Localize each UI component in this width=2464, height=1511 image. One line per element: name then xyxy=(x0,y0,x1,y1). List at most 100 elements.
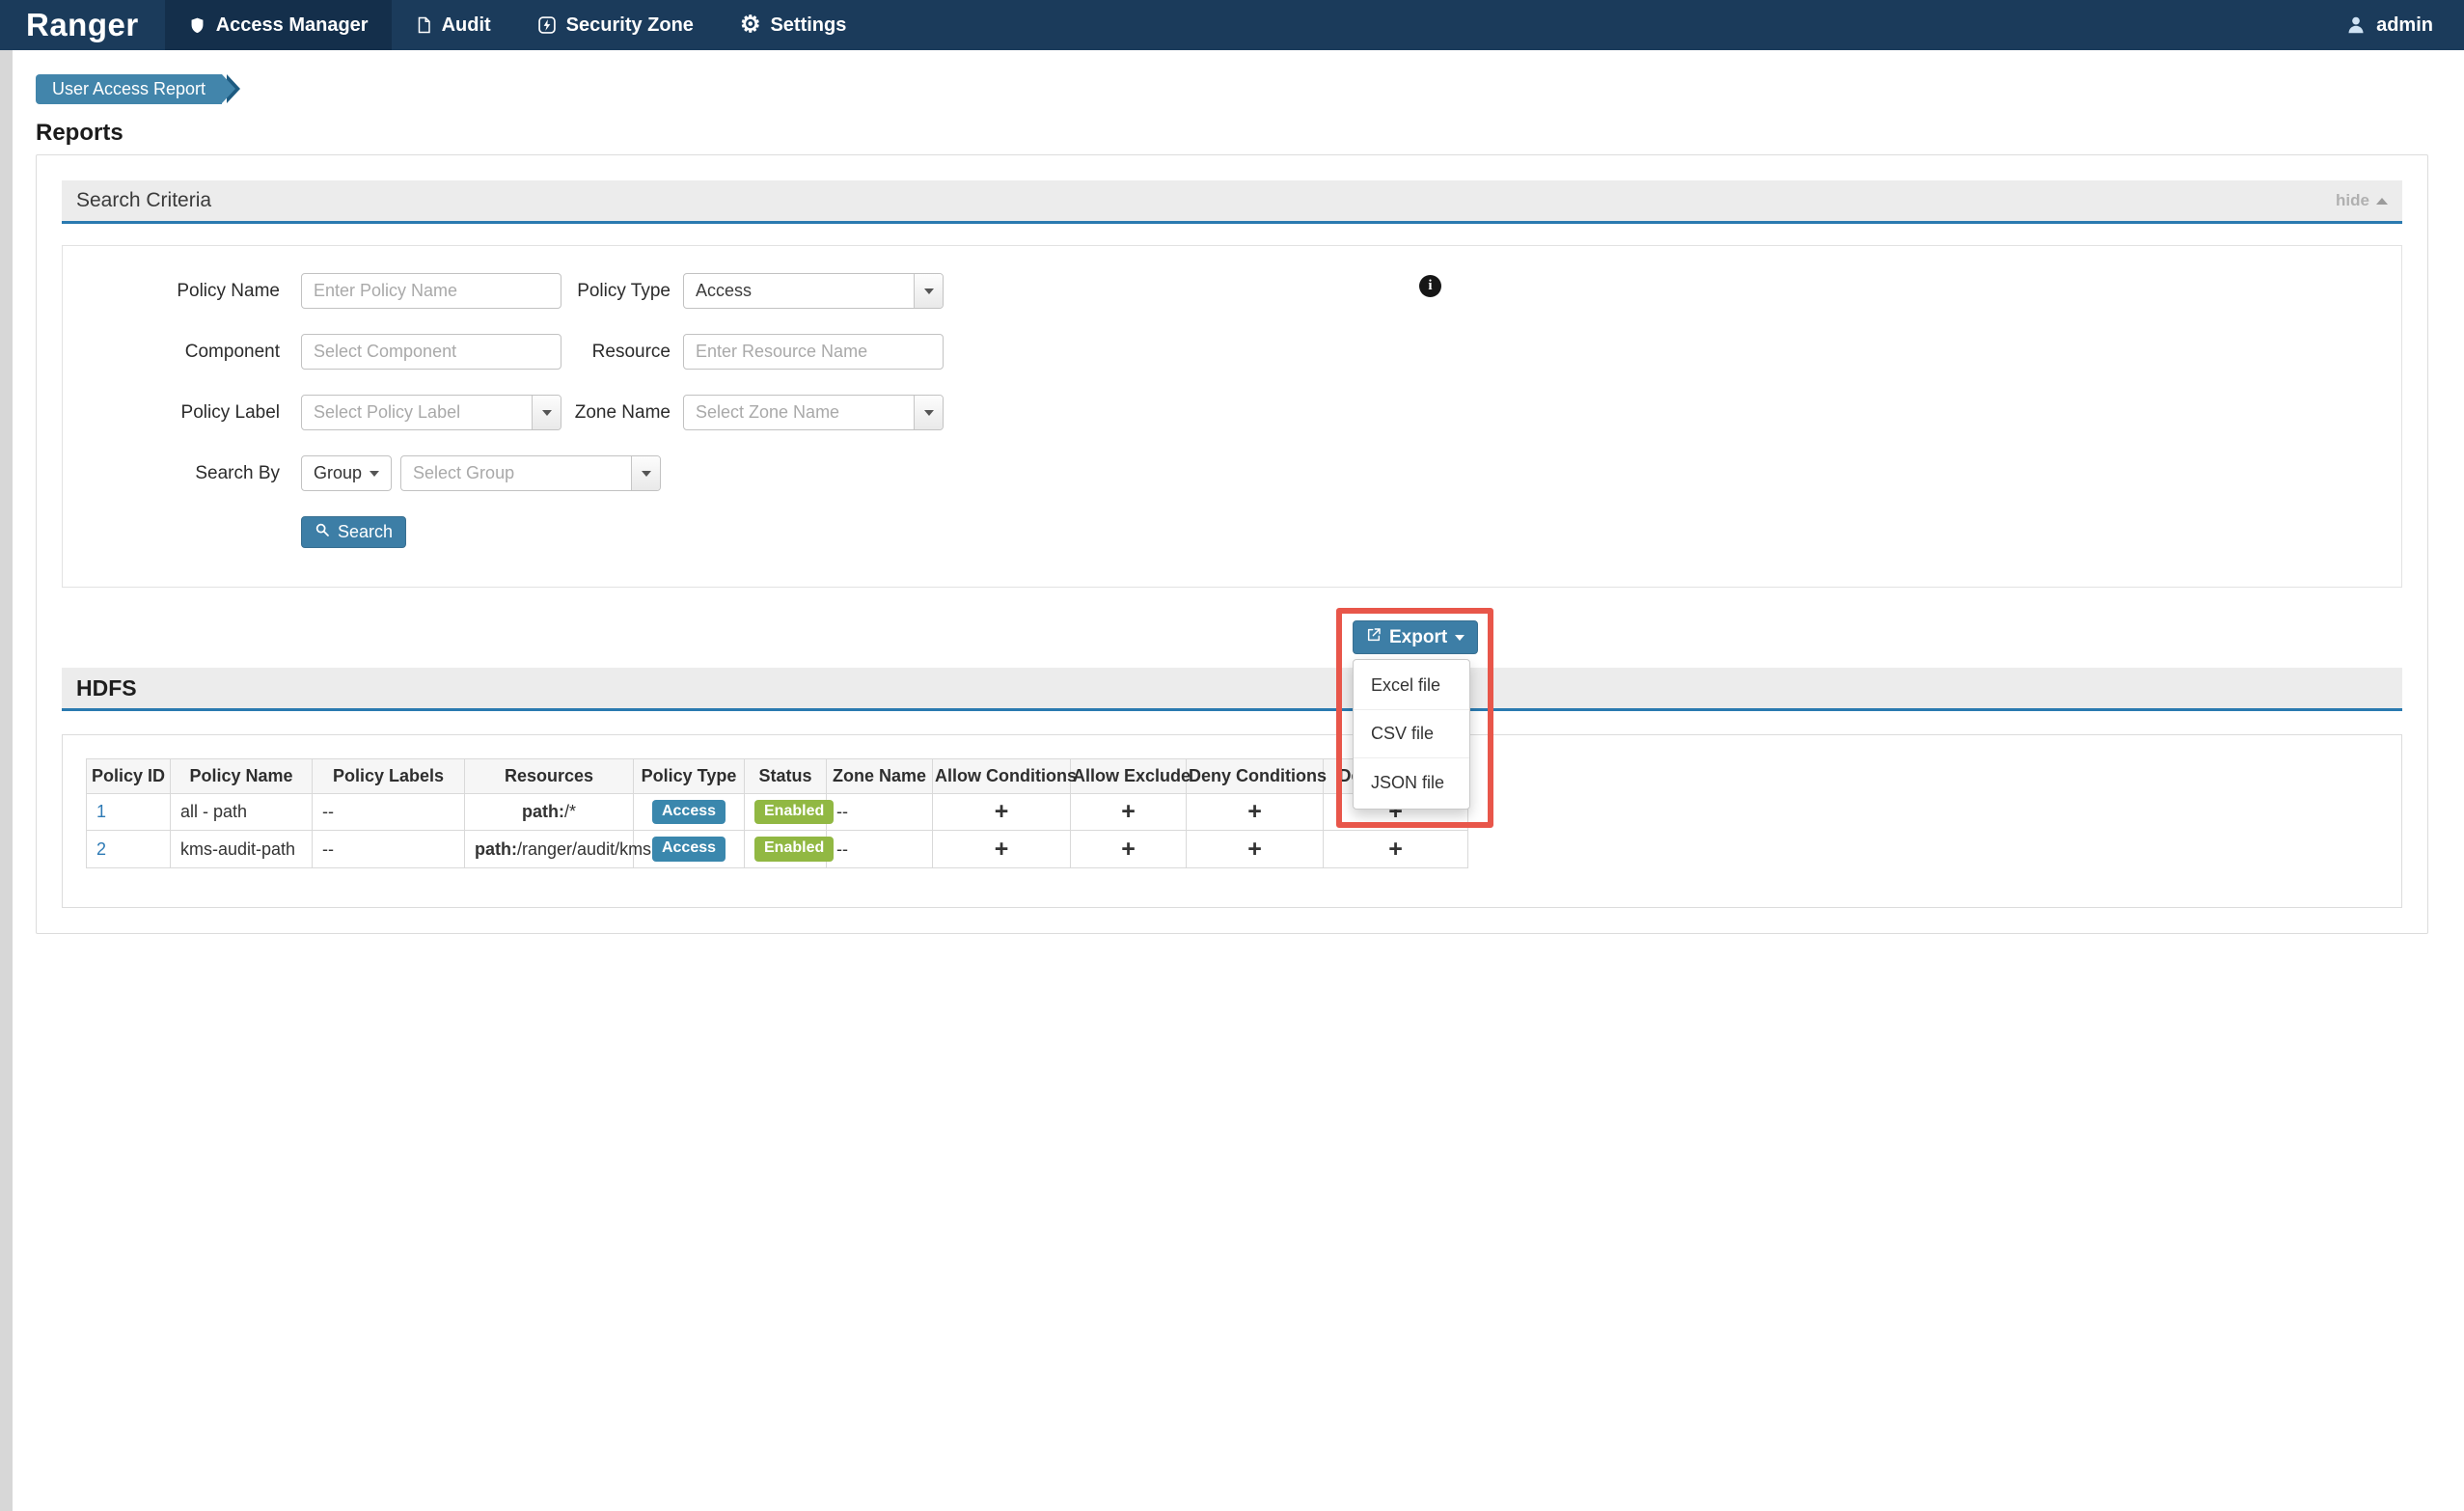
search-by-label: Search By xyxy=(63,463,280,484)
policy-labels-cell: -- xyxy=(313,794,465,831)
zone-name-cell: -- xyxy=(827,794,933,831)
caret-down-icon xyxy=(914,274,943,308)
allow-conditions-expand[interactable]: + xyxy=(933,831,1071,867)
breadcrumb-arrow xyxy=(222,74,235,103)
zone-name-cell: -- xyxy=(827,831,933,867)
policy-name-cell: all - path xyxy=(171,794,313,831)
policy-type-value: Access xyxy=(684,274,914,308)
nav-label: Access Manager xyxy=(216,14,369,37)
caret-down-icon xyxy=(1455,635,1465,641)
allow-exclude-expand[interactable]: + xyxy=(1071,831,1187,867)
nav-audit[interactable]: Audit xyxy=(392,0,514,50)
export-button-label: Export xyxy=(1389,627,1447,648)
allow-conditions-expand[interactable]: + xyxy=(933,794,1071,831)
nav-label: Settings xyxy=(770,14,846,37)
table-row: 2 kms-audit-path -- path:/ranger/audit/k… xyxy=(87,831,1468,867)
left-edge-strip xyxy=(0,50,13,1511)
hdfs-table-panel: Policy ID Policy Name Policy Labels Reso… xyxy=(62,734,2402,908)
hdfs-title: HDFS xyxy=(76,675,137,701)
policy-type-label: Policy Type xyxy=(561,281,671,302)
col-zone-name: Zone Name xyxy=(827,759,933,794)
policy-id-link[interactable]: 2 xyxy=(96,839,106,859)
main-nav: Access Manager Audit Security Zone ⚙ Set… xyxy=(165,0,870,50)
resource-label: Resource xyxy=(561,342,671,363)
search-by-group-value: Group xyxy=(314,463,362,483)
user-menu[interactable]: admin xyxy=(2314,0,2464,50)
gear-icon: ⚙ xyxy=(740,14,761,37)
info-icon[interactable]: i xyxy=(1419,275,1441,297)
menu-item-csv-file[interactable]: CSV file xyxy=(1354,710,1469,758)
menu-item-excel-file[interactable]: Excel file xyxy=(1354,662,1469,710)
user-icon xyxy=(2345,14,2367,36)
form-row: Policy Label Select Policy Label Zone Na… xyxy=(63,395,2401,430)
top-navbar: Ranger Access Manager Audit Security Zon… xyxy=(0,0,2464,50)
export-menu: Excel file CSV file JSON file xyxy=(1353,659,1470,810)
col-resources: Resources xyxy=(465,759,634,794)
app-logo[interactable]: Ranger xyxy=(0,0,165,50)
col-policy-type: Policy Type xyxy=(634,759,745,794)
breadcrumb[interactable]: User Access Report xyxy=(36,74,222,104)
export-spacer xyxy=(62,588,2402,668)
nav-access-manager[interactable]: Access Manager xyxy=(165,0,392,50)
status-cell: Enabled xyxy=(745,794,827,831)
select-group-select[interactable]: Select Group xyxy=(400,455,661,491)
policy-name-label: Policy Name xyxy=(63,281,280,302)
policy-name-input[interactable] xyxy=(301,273,561,309)
breadcrumb-label: User Access Report xyxy=(52,79,205,99)
status-badge: Enabled xyxy=(754,800,834,824)
deny-conditions-expand[interactable]: + xyxy=(1187,831,1324,867)
component-input[interactable] xyxy=(301,334,561,370)
access-badge: Access xyxy=(652,837,726,861)
col-policy-id: Policy ID xyxy=(87,759,171,794)
col-allow-exclude: Allow Exclude xyxy=(1071,759,1187,794)
caret-down-icon xyxy=(914,396,943,429)
nav-security-zone[interactable]: Security Zone xyxy=(514,0,717,50)
nav-settings[interactable]: ⚙ Settings xyxy=(717,0,869,50)
policy-label-select[interactable]: Select Policy Label xyxy=(301,395,561,430)
col-policy-name: Policy Name xyxy=(171,759,313,794)
search-icon xyxy=(315,522,330,542)
form-row: Component Resource xyxy=(63,334,2401,370)
col-policy-labels: Policy Labels xyxy=(313,759,465,794)
reports-panel: Search Criteria hide Policy Name Policy … xyxy=(36,154,2428,934)
search-criteria-header: Search Criteria hide xyxy=(62,180,2402,224)
bolt-icon xyxy=(537,15,557,35)
caret-down-icon xyxy=(532,396,561,429)
policy-type-cell: Access xyxy=(634,794,745,831)
status-cell: Enabled xyxy=(745,831,827,867)
page-title: Reports xyxy=(36,120,2428,147)
policy-type-select[interactable]: Access xyxy=(683,273,944,309)
form-row: Search By Group Select Group xyxy=(63,455,2401,491)
user-name: admin xyxy=(2376,14,2433,37)
main-content: User Access Report Reports Search Criter… xyxy=(0,74,2464,934)
zone-name-label: Zone Name xyxy=(561,402,671,424)
access-badge: Access xyxy=(652,800,726,824)
menu-item-json-file[interactable]: JSON file xyxy=(1354,758,1469,807)
policy-id-link[interactable]: 1 xyxy=(96,802,106,821)
caret-down-icon xyxy=(370,471,379,477)
zone-name-select[interactable]: Select Zone Name xyxy=(683,395,944,430)
resource-input[interactable] xyxy=(683,334,944,370)
policy-name-cell: kms-audit-path xyxy=(171,831,313,867)
allow-exclude-expand[interactable]: + xyxy=(1071,794,1187,831)
document-icon xyxy=(415,15,432,35)
search-by-group-button[interactable]: Group xyxy=(301,455,392,491)
table-row: 1 all - path -- path:/* Access Enabled -… xyxy=(87,794,1468,831)
resources-cell: path:/* xyxy=(465,794,634,831)
ranger-app: Ranger Access Manager Audit Security Zon… xyxy=(0,0,2464,1511)
hide-label: hide xyxy=(2336,191,2369,210)
form-row: Policy Name Policy Type Access xyxy=(63,273,2401,309)
table-header-row: Policy ID Policy Name Policy Labels Reso… xyxy=(87,759,1468,794)
nav-label: Audit xyxy=(442,14,491,37)
export-button[interactable]: Export xyxy=(1353,620,1478,654)
col-deny-conditions: Deny Conditions xyxy=(1187,759,1324,794)
deny-exclude-expand[interactable]: + xyxy=(1324,831,1468,867)
caret-up-icon xyxy=(2376,198,2388,205)
search-button[interactable]: Search xyxy=(301,516,406,548)
search-form: Policy Name Policy Type Access Component… xyxy=(62,245,2402,588)
zone-name-placeholder: Select Zone Name xyxy=(684,396,914,429)
col-allow-conditions: Allow Conditions xyxy=(933,759,1071,794)
deny-conditions-expand[interactable]: + xyxy=(1187,794,1324,831)
component-label: Component xyxy=(63,342,280,363)
hide-toggle[interactable]: hide xyxy=(2336,191,2388,210)
